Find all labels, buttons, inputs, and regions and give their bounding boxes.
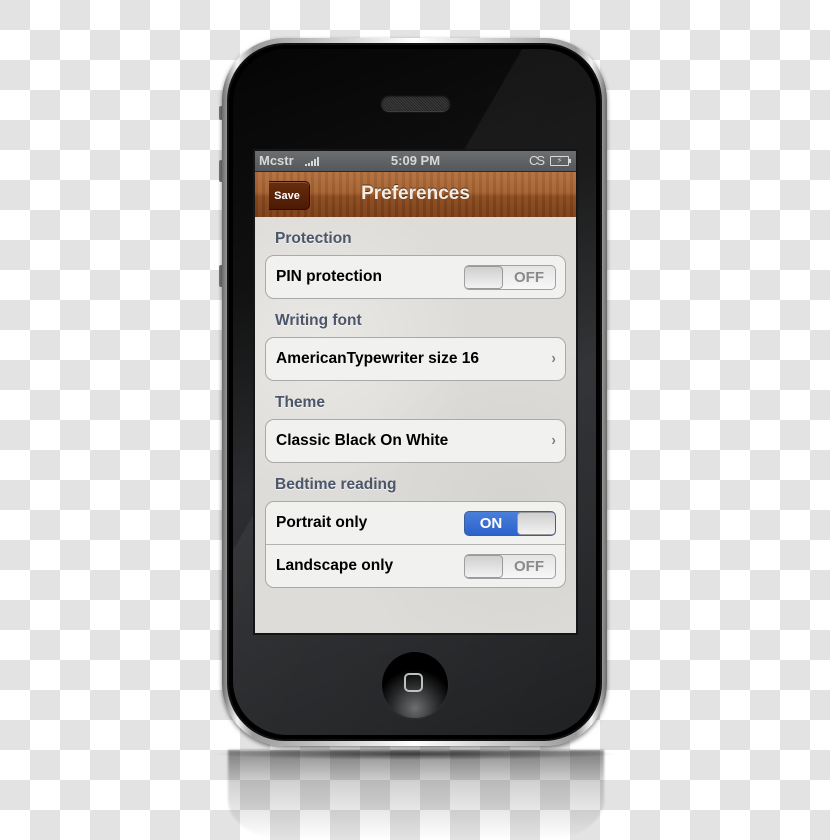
row-label: AmericanTypewriter size 16 [276,350,480,367]
section-header-protection: Protection [275,230,352,247]
status-time: 5:09 PM [390,153,441,168]
landscape-only-switch[interactable]: OFF [464,553,556,579]
app-indicator-icon: CS [528,153,545,168]
portrait-only-switch[interactable]: ON [464,510,556,536]
row-portrait-only[interactable]: Portrait only ON [266,502,565,544]
row-label: PIN protection [276,268,382,285]
switch-state-label: OFF [514,268,544,286]
pin-protection-switch[interactable]: OFF [464,264,556,290]
switch-state-label: ON [479,514,503,532]
row-label: Portrait only [276,514,368,531]
home-button[interactable] [382,652,448,718]
switch-knob[interactable] [465,554,503,578]
group-bedtime-reading: Portrait only ON Landscape only OFF [265,501,566,588]
section-header-theme: Theme [275,394,325,411]
chevron-right-icon: › [551,350,556,367]
group-protection: PIN protection OFF [265,255,566,299]
home-square-icon [404,673,423,692]
row-label: Classic Black On White [276,432,449,449]
switch-knob[interactable] [465,265,503,289]
group-theme: Classic Black On White › [265,419,566,463]
page-title: Preferences [361,183,470,204]
battery-charging-icon: ⚡ [550,156,571,166]
status-bar: Mcstr 5:09 PM CS ⚡ [255,151,576,172]
preferences-list: Protection PIN protection OFF Writing fo… [255,217,576,633]
row-writing-font[interactable]: AmericanTypewriter size 16 › [266,338,565,380]
section-header-bedtime-reading: Bedtime reading [275,476,397,493]
row-theme[interactable]: Classic Black On White › [266,420,565,462]
row-label: Landscape only [276,557,394,574]
group-writing-font: AmericanTypewriter size 16 › [265,337,566,381]
row-pin-protection[interactable]: PIN protection OFF [266,256,565,298]
row-landscape-only[interactable]: Landscape only OFF [266,544,565,587]
phone-reflection [228,750,604,840]
switch-state-label: OFF [514,557,544,575]
switch-knob[interactable] [517,511,555,535]
section-header-writing-font: Writing font [275,312,362,329]
earpiece-speaker [381,95,450,111]
device-screen: Mcstr 5:09 PM CS ⚡ Save Preferences Prot… [255,151,576,633]
navigation-bar: Save Preferences [255,172,576,218]
chevron-right-icon: › [551,432,556,449]
